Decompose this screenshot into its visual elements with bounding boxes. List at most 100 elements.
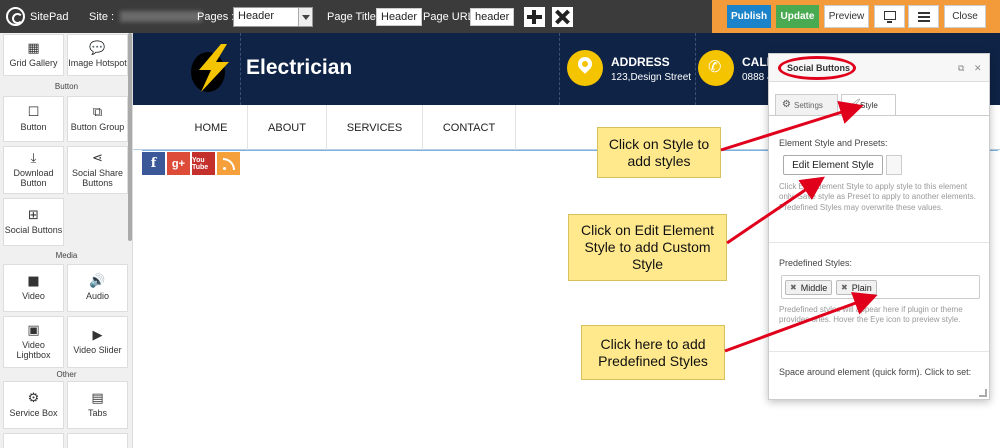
predefined-styles-label: Predefined Styles: [779, 258, 853, 268]
section-other-label: Other [56, 370, 77, 379]
widget-audio[interactable]: 🔊 Audio [67, 264, 128, 312]
film-icon: ▣ [27, 322, 40, 338]
properties-panel-header[interactable]: Social Buttons ⧉ ✕ [769, 54, 989, 82]
page-url-input[interactable]: header [470, 8, 515, 26]
resize-handle[interactable] [979, 389, 987, 397]
gear-icon: ⚙ [27, 390, 40, 406]
page-title-input[interactable]: Header [376, 8, 423, 26]
rss-icon[interactable] [217, 152, 240, 175]
page-url-label: Page URL: [423, 10, 477, 23]
address-value: 123,Design Street [611, 72, 692, 83]
nav-home[interactable]: HOME [175, 105, 248, 150]
speaker-icon: 🔊 [89, 273, 106, 289]
chip-label: Middle [800, 282, 828, 293]
pages-select-value: Header [238, 10, 275, 22]
preset-chip-plain[interactable]: ✖ Plain [836, 280, 877, 295]
tab-settings[interactable]: ⚙ Settings [775, 94, 838, 116]
menu-button[interactable] [908, 5, 939, 28]
video-camera-icon: ■ [27, 273, 40, 289]
widget-video[interactable]: ■ Video [3, 264, 64, 312]
site-name-blurred [120, 11, 203, 22]
phone-icon: ✆ [698, 50, 734, 86]
close-icon[interactable]: ✕ [974, 63, 982, 74]
responsive-view-button[interactable] [874, 5, 905, 28]
site-title[interactable]: Electrician [246, 56, 352, 80]
widget-video-lightbox[interactable]: ▣ Video Lightbox [3, 316, 64, 368]
header-divider [695, 33, 696, 105]
tab-settings-label: Settings [794, 101, 823, 110]
update-button[interactable]: Update [776, 5, 819, 28]
folder-icon: ▤ [91, 390, 104, 406]
youtube-icon[interactable]: You Tube [192, 152, 215, 175]
widget-label: Button Group [70, 121, 125, 132]
element-style-label: Element Style and Presets: [779, 138, 888, 148]
callout-edit-style: Click on Edit Element Style to add Custo… [568, 214, 727, 281]
preview-button[interactable]: Preview [824, 5, 869, 28]
widget-more-1[interactable] [3, 433, 64, 448]
close-button[interactable]: Close [944, 5, 986, 28]
copy-icon: ⧉ [92, 104, 103, 120]
widget-label: Button [20, 121, 47, 132]
widget-button-group[interactable]: ⧉ Button Group [67, 96, 128, 142]
predefined-styles-field[interactable]: ✖ Middle ✖ Plain [781, 275, 980, 299]
google-plus-icon[interactable]: g+ [167, 152, 190, 175]
delete-page-button[interactable] [552, 7, 573, 27]
widget-download-button[interactable]: ⤓ Download Button [3, 146, 64, 194]
callout-predefined: Click here to add Predefined Styles [581, 325, 725, 380]
monitor-icon [884, 11, 896, 23]
top-toolbar: SitePad Site : Pages : Header Page Title… [0, 0, 1000, 33]
square-icon: ☐ [27, 104, 40, 120]
edit-element-style-button[interactable]: Edit Element Style [783, 155, 883, 175]
play-box-icon: ▶ [92, 327, 103, 343]
annotation-oval [778, 56, 856, 80]
remove-icon[interactable]: ✖ [790, 283, 797, 292]
social-buttons-element[interactable]: f g+ You Tube [142, 152, 240, 175]
share-icon: ⋖ [92, 150, 103, 166]
widget-more-2[interactable] [67, 433, 128, 448]
widget-image-hotspot[interactable]: 💬 Image Hotspot [67, 34, 128, 76]
widget-service-box[interactable]: ⚙ Service Box [3, 381, 64, 429]
facebook-icon[interactable]: f [142, 152, 165, 175]
preset-menu-button[interactable] [886, 155, 902, 175]
widget-tabs[interactable]: ▤ Tabs [67, 381, 128, 429]
publish-button[interactable]: Publish [727, 5, 771, 28]
social-buttons-icon: ⊞ [28, 207, 39, 223]
tabs-underline [769, 115, 989, 116]
sitepad-logo-icon [6, 7, 25, 26]
divider [769, 351, 989, 352]
remove-icon[interactable]: ✖ [841, 283, 848, 292]
comment-icon: 💬 [89, 40, 106, 56]
widget-label: Video Lightbox [16, 339, 51, 360]
address-title: ADDRESS [611, 55, 670, 69]
widget-grid-gallery[interactable]: ▦ Grid Gallery [3, 34, 64, 76]
tab-style[interactable]: 🖌 Style [841, 94, 896, 116]
section-button-label: Button [54, 82, 79, 91]
nav-contact[interactable]: CONTACT [423, 105, 516, 150]
nav-services[interactable]: SERVICES [327, 105, 423, 150]
pages-select[interactable]: Header [233, 7, 313, 27]
preset-chip-middle[interactable]: ✖ Middle [785, 280, 833, 295]
add-page-button[interactable] [524, 7, 545, 27]
brush-icon: 🖌 [848, 99, 861, 110]
widget-label: Tabs [87, 407, 107, 418]
widget-label: Social Share Buttons [71, 167, 124, 188]
chevron-down-icon [298, 8, 312, 26]
widget-social-buttons[interactable]: ⊞ Social Buttons [3, 198, 64, 246]
site-selector[interactable]: Site : [89, 0, 203, 33]
widget-social-share-buttons[interactable]: ⋖ Social Share Buttons [67, 146, 128, 194]
widget-video-slider[interactable]: ▶ Video Slider [67, 316, 128, 368]
popout-icon[interactable]: ⧉ [958, 63, 964, 74]
tab-style-label: Style [860, 101, 878, 110]
page-title-label: Page Title: [327, 10, 379, 23]
widget-button[interactable]: ☐ Button [3, 96, 64, 142]
pages-label: Pages : [197, 10, 235, 23]
gear-icon: ⚙ [782, 99, 791, 110]
space-around-label: Space around element (quick form). Click… [779, 367, 972, 377]
nav-about[interactable]: ABOUT [248, 105, 327, 150]
grid-icon: ▦ [27, 40, 40, 56]
location-pin-icon [567, 50, 603, 86]
widget-label: Image Hotspot [68, 57, 127, 68]
callout-style: Click on Style to add styles [597, 127, 721, 178]
widget-panel-scrollbar[interactable] [128, 33, 132, 241]
site-label: Site : [89, 10, 115, 23]
